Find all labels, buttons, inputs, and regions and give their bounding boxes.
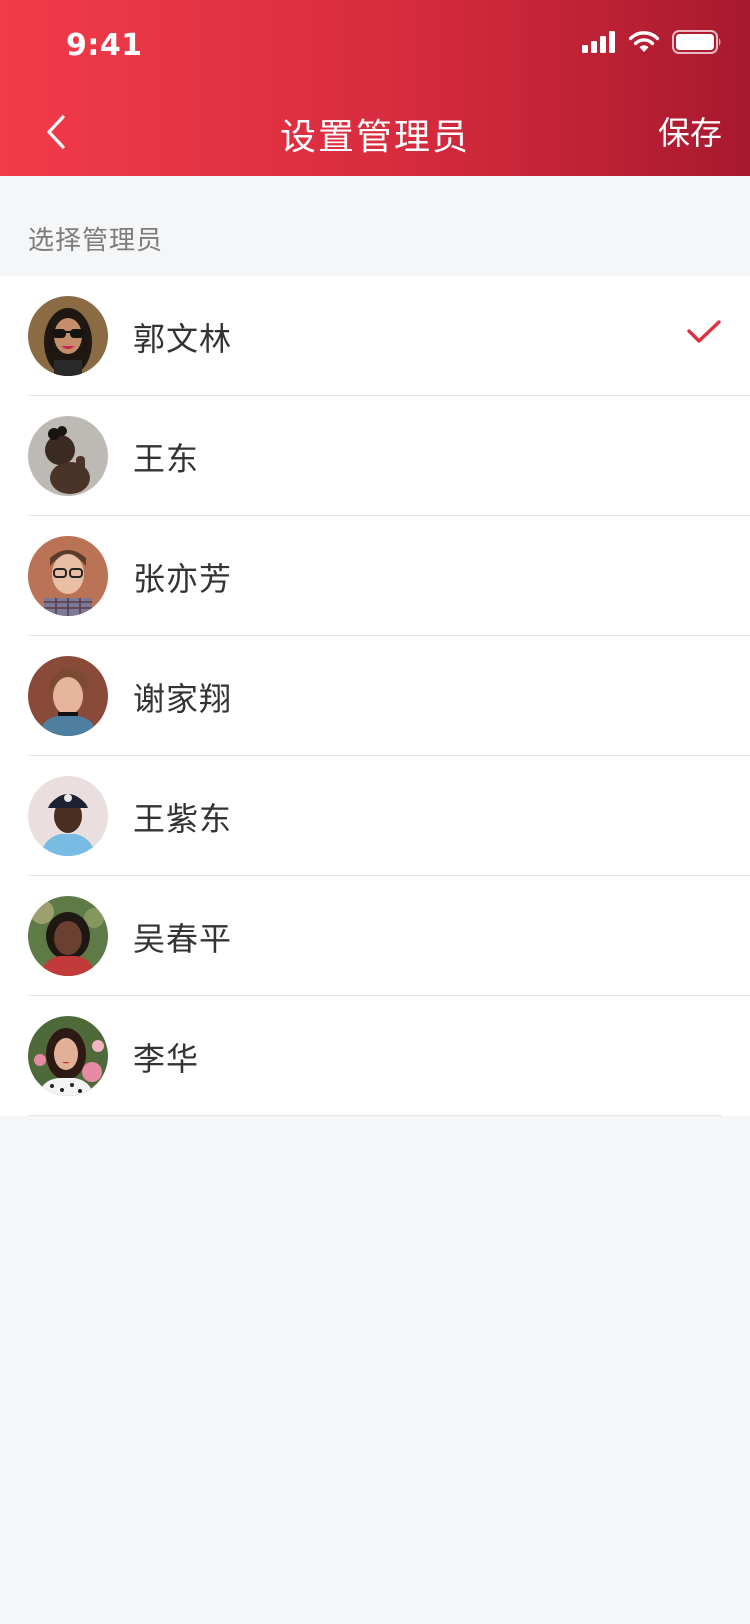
- member-name: 李华: [133, 1040, 200, 1078]
- member-name: 郭文林: [133, 320, 233, 358]
- avatar: [28, 896, 108, 976]
- member-name: 吴春平: [133, 920, 233, 958]
- member-row[interactable]: 李华: [0, 996, 750, 1116]
- status-icons: [582, 30, 722, 54]
- member-row[interactable]: 张亦芳: [0, 516, 750, 636]
- member-name: 王紫东: [133, 800, 233, 838]
- status-time: 9:41: [66, 28, 143, 63]
- battery-icon: [672, 30, 721, 54]
- member-list: 郭文林 王东 张亦芳 谢家翔 王紫东 吴春平 李华: [0, 276, 750, 1116]
- avatar: [28, 776, 108, 856]
- section-label: 选择管理员: [28, 226, 164, 256]
- member-row[interactable]: 王紫东: [0, 756, 750, 876]
- status-bar: 9:41: [0, 0, 750, 88]
- avatar: [28, 416, 108, 496]
- page-title: 设置管理员: [279, 117, 470, 158]
- wifi-icon: [628, 31, 660, 52]
- avatar: [28, 1016, 108, 1096]
- member-row[interactable]: 王东: [0, 396, 750, 516]
- app-header: 9:41 设置管理员 保存: [0, 0, 750, 176]
- avatar: [28, 656, 108, 736]
- avatar: [28, 536, 108, 616]
- member-name: 王东: [133, 440, 200, 478]
- member-name: 张亦芳: [133, 560, 233, 598]
- member-row[interactable]: 郭文林: [0, 276, 750, 396]
- check-icon: [687, 320, 721, 343]
- member-name: 谢家翔: [133, 680, 233, 718]
- cellular-signal-icon: [582, 31, 615, 53]
- member-row[interactable]: 吴春平: [0, 876, 750, 996]
- member-row[interactable]: 谢家翔: [0, 636, 750, 756]
- nav-bar: 设置管理员 保存: [0, 88, 750, 176]
- avatar: [28, 296, 108, 376]
- save-button[interactable]: 保存: [658, 108, 722, 154]
